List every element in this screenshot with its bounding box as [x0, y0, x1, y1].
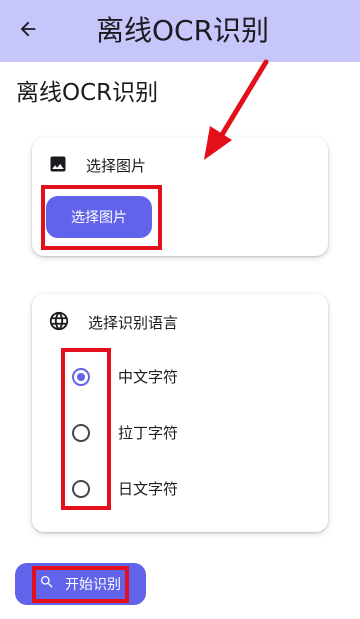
radio-label: 日文字符 [118, 480, 179, 498]
radio-button-unchecked[interactable] [72, 424, 90, 442]
start-button-label: 开始识别 [65, 577, 121, 593]
image-card-header: 选择图片 [48, 154, 146, 178]
globe-icon [48, 310, 70, 336]
search-icon [39, 574, 55, 594]
radio-button-unchecked[interactable] [72, 480, 90, 498]
radio-option-chinese[interactable]: 中文字符 [72, 366, 178, 388]
image-card-label: 选择图片 [86, 157, 147, 175]
app-bar-title: 离线OCR识别 [96, 14, 270, 47]
radio-option-japanese[interactable]: 日文字符 [72, 478, 178, 500]
back-button[interactable] [8, 11, 48, 51]
language-select-card: 选择识别语言 中文字符 拉丁字符 日文字符 [32, 294, 328, 532]
start-recognition-button[interactable]: 开始识别 [15, 563, 146, 605]
language-card-header: 选择识别语言 [48, 310, 178, 336]
image-icon [48, 154, 68, 178]
radio-button-checked[interactable] [72, 368, 90, 386]
select-image-button[interactable]: 选择图片 [46, 196, 152, 238]
page-title: 离线OCR识别 [16, 80, 159, 106]
radio-option-latin[interactable]: 拉丁字符 [72, 422, 178, 444]
radio-label: 拉丁字符 [118, 424, 179, 442]
language-card-label: 选择识别语言 [88, 314, 179, 332]
arrow-back-icon [17, 18, 39, 44]
ocr-screen: 离线OCR识别 离线OCR识别 选择图片 选择图片 选择识别语言 中文字符 拉丁… [0, 0, 360, 619]
image-select-card: 选择图片 选择图片 [32, 138, 328, 256]
radio-label: 中文字符 [118, 368, 179, 386]
top-app-bar: 离线OCR识别 [0, 0, 360, 62]
